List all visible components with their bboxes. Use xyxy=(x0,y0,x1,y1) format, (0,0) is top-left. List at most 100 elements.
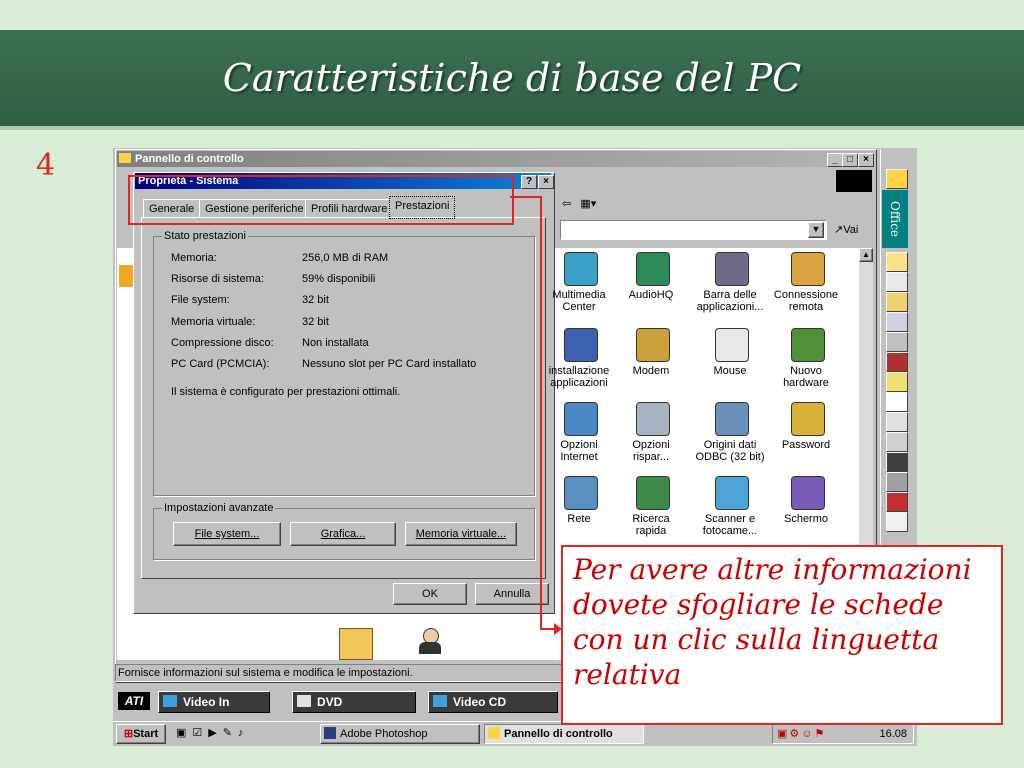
control-panel-title: Pannello di controllo xyxy=(135,153,244,165)
perf-label: PC Card (PCMCIA): xyxy=(171,358,270,370)
webview-logo-icon xyxy=(119,265,133,287)
office-check-icon[interactable] xyxy=(886,412,908,432)
audiohq-icon[interactable] xyxy=(636,252,670,286)
annulla-button[interactable]: Annulla xyxy=(475,583,549,605)
users-icon[interactable] xyxy=(415,626,445,656)
go-arrow-icon: ↗ xyxy=(834,224,844,236)
group-avanzate-label: Impostazioni avanzate xyxy=(162,502,276,514)
status-bar: Fornisce informazioni sul sistema e modi… xyxy=(115,664,564,682)
taskbar-icon[interactable] xyxy=(715,252,749,286)
multimedia-icon[interactable] xyxy=(564,252,598,286)
slide-number: 4 xyxy=(36,148,56,183)
dvd-icon xyxy=(297,695,311,707)
office-label[interactable]: Office xyxy=(882,190,908,248)
cp-icon-label[interactable]: Nuovo hardware xyxy=(771,365,841,389)
perf-value: 59% disponibili xyxy=(302,273,376,285)
perf-summary: Il sistema è configurato per prestazioni… xyxy=(171,386,401,398)
go-button[interactable]: ↗Vai xyxy=(834,223,858,236)
office-doc-icon[interactable] xyxy=(886,332,908,352)
office-note-icon[interactable] xyxy=(886,372,908,392)
hardware-icon[interactable] xyxy=(791,328,825,362)
perf-label: Risorse di sistema: xyxy=(171,273,264,285)
quick-launch-icons[interactable]: ▣☑▶✎♪ xyxy=(176,726,249,739)
cp-icon-label[interactable]: Schermo xyxy=(771,513,841,525)
system-tray: ▣⚙☺⚑ 16.08 xyxy=(772,724,914,744)
fonts-folder-icon[interactable] xyxy=(339,628,373,660)
control-panel-app-icon xyxy=(119,153,131,163)
search-icon[interactable] xyxy=(636,476,670,510)
scroll-up-button[interactable]: ▲ xyxy=(859,248,873,262)
internet-icon[interactable] xyxy=(564,402,598,436)
modem-icon[interactable] xyxy=(636,328,670,362)
video-cd-icon xyxy=(433,695,447,707)
office-dark-icon[interactable] xyxy=(886,452,908,472)
office-print-icon[interactable] xyxy=(886,312,908,332)
network-icon[interactable] xyxy=(564,476,598,510)
office-folder-icon[interactable] xyxy=(886,292,908,312)
file-system-button[interactable]: File system... xyxy=(173,522,281,546)
minimize-button[interactable]: _ xyxy=(827,153,843,167)
office-chart-icon[interactable] xyxy=(886,352,908,372)
office-gray-icon[interactable] xyxy=(886,472,908,492)
ok-button[interactable]: OK xyxy=(393,583,467,605)
cp-icon-label[interactable]: Password xyxy=(771,439,841,451)
cp-icon-label[interactable]: Opzioni rispar... xyxy=(616,439,686,463)
scanner-icon[interactable] xyxy=(715,476,749,510)
perf-value: 32 bit xyxy=(302,316,329,328)
cp-icon-label[interactable]: AudioHQ xyxy=(616,289,686,301)
perf-value: 256,0 MB di RAM xyxy=(302,252,389,264)
addremove-icon[interactable] xyxy=(564,328,598,362)
address-dropdown-button[interactable]: ▼ xyxy=(808,222,824,238)
help-button[interactable]: ? xyxy=(521,175,537,189)
cp-icon-label[interactable]: Multimedia Center xyxy=(544,289,614,313)
start-button[interactable]: ⊞Start xyxy=(116,724,166,744)
cp-icon-label[interactable]: installazione applicazioni xyxy=(544,365,614,389)
office-form-icon[interactable] xyxy=(886,392,908,412)
perf-value: Non installata xyxy=(302,337,369,349)
cp-icon-label[interactable]: Mouse xyxy=(695,365,765,377)
office-word-icon[interactable] xyxy=(886,512,908,532)
office-acrobat-icon[interactable] xyxy=(886,492,908,512)
office-list-icon[interactable] xyxy=(886,432,908,452)
grafica-button[interactable]: Grafica... xyxy=(290,522,396,546)
tray-icons[interactable]: ▣⚙☺⚑ xyxy=(777,728,826,740)
task-adobe-photoshop[interactable]: Adobe Photoshop xyxy=(320,724,480,744)
photoshop-icon xyxy=(324,727,336,739)
perf-label: Compressione disco: xyxy=(171,337,274,349)
cp-icon-label[interactable]: Rete xyxy=(544,513,614,525)
video-in-button[interactable]: Video In xyxy=(158,691,270,713)
task-pannello-di-controllo[interactable]: Pannello di controllo xyxy=(484,724,644,744)
cp-icon-label[interactable]: Ricerca rapida xyxy=(616,513,686,537)
views-icon[interactable]: ⇦ ▦▾ xyxy=(562,197,596,210)
callout-text: Per avere altre informazioni dovete sfog… xyxy=(573,553,972,691)
dialup-icon[interactable] xyxy=(791,252,825,286)
cp-icon-label[interactable]: Connessione remota xyxy=(771,289,841,313)
dvd-label: DVD xyxy=(317,695,343,709)
memoria-virtuale-button[interactable]: Memoria virtuale... xyxy=(405,522,517,546)
cp-icon-label[interactable]: Barra delle applicazioni... xyxy=(695,289,765,313)
cp-icon-label[interactable]: Opzioni Internet xyxy=(544,439,614,463)
cp-icon-label[interactable]: Origini dati ODBC (32 bit) xyxy=(695,439,765,463)
address-input[interactable] xyxy=(560,220,827,240)
office-open-icon[interactable] xyxy=(886,272,908,292)
perf-label: Memoria virtuale: xyxy=(171,316,256,328)
mouse-icon[interactable] xyxy=(715,328,749,362)
display-icon[interactable] xyxy=(791,476,825,510)
odbc-icon[interactable] xyxy=(715,402,749,436)
control-panel-titlebar[interactable]: Pannello di controllo xyxy=(117,151,873,167)
office-new-icon[interactable] xyxy=(886,252,908,272)
power-icon[interactable] xyxy=(636,402,670,436)
go-label: Vai xyxy=(843,224,859,236)
cp-icon-label[interactable]: Modem xyxy=(616,365,686,377)
cp-icon-label[interactable]: Scanner e fotocame... xyxy=(695,513,765,537)
dialog-close-button[interactable]: × xyxy=(538,175,554,189)
windows-flag-icon: ⊞ xyxy=(123,728,134,740)
close-button[interactable]: × xyxy=(858,153,874,167)
maximize-button[interactable]: □ xyxy=(842,153,858,167)
dvd-button[interactable]: DVD xyxy=(292,691,416,713)
perf-value: Nessuno slot per PC Card installato xyxy=(302,358,477,370)
office-top-icon[interactable] xyxy=(886,169,908,189)
video-cd-button[interactable]: Video CD xyxy=(428,691,558,713)
password-icon[interactable] xyxy=(791,402,825,436)
slide-title: Caratteristiche di base del PC xyxy=(222,56,802,100)
